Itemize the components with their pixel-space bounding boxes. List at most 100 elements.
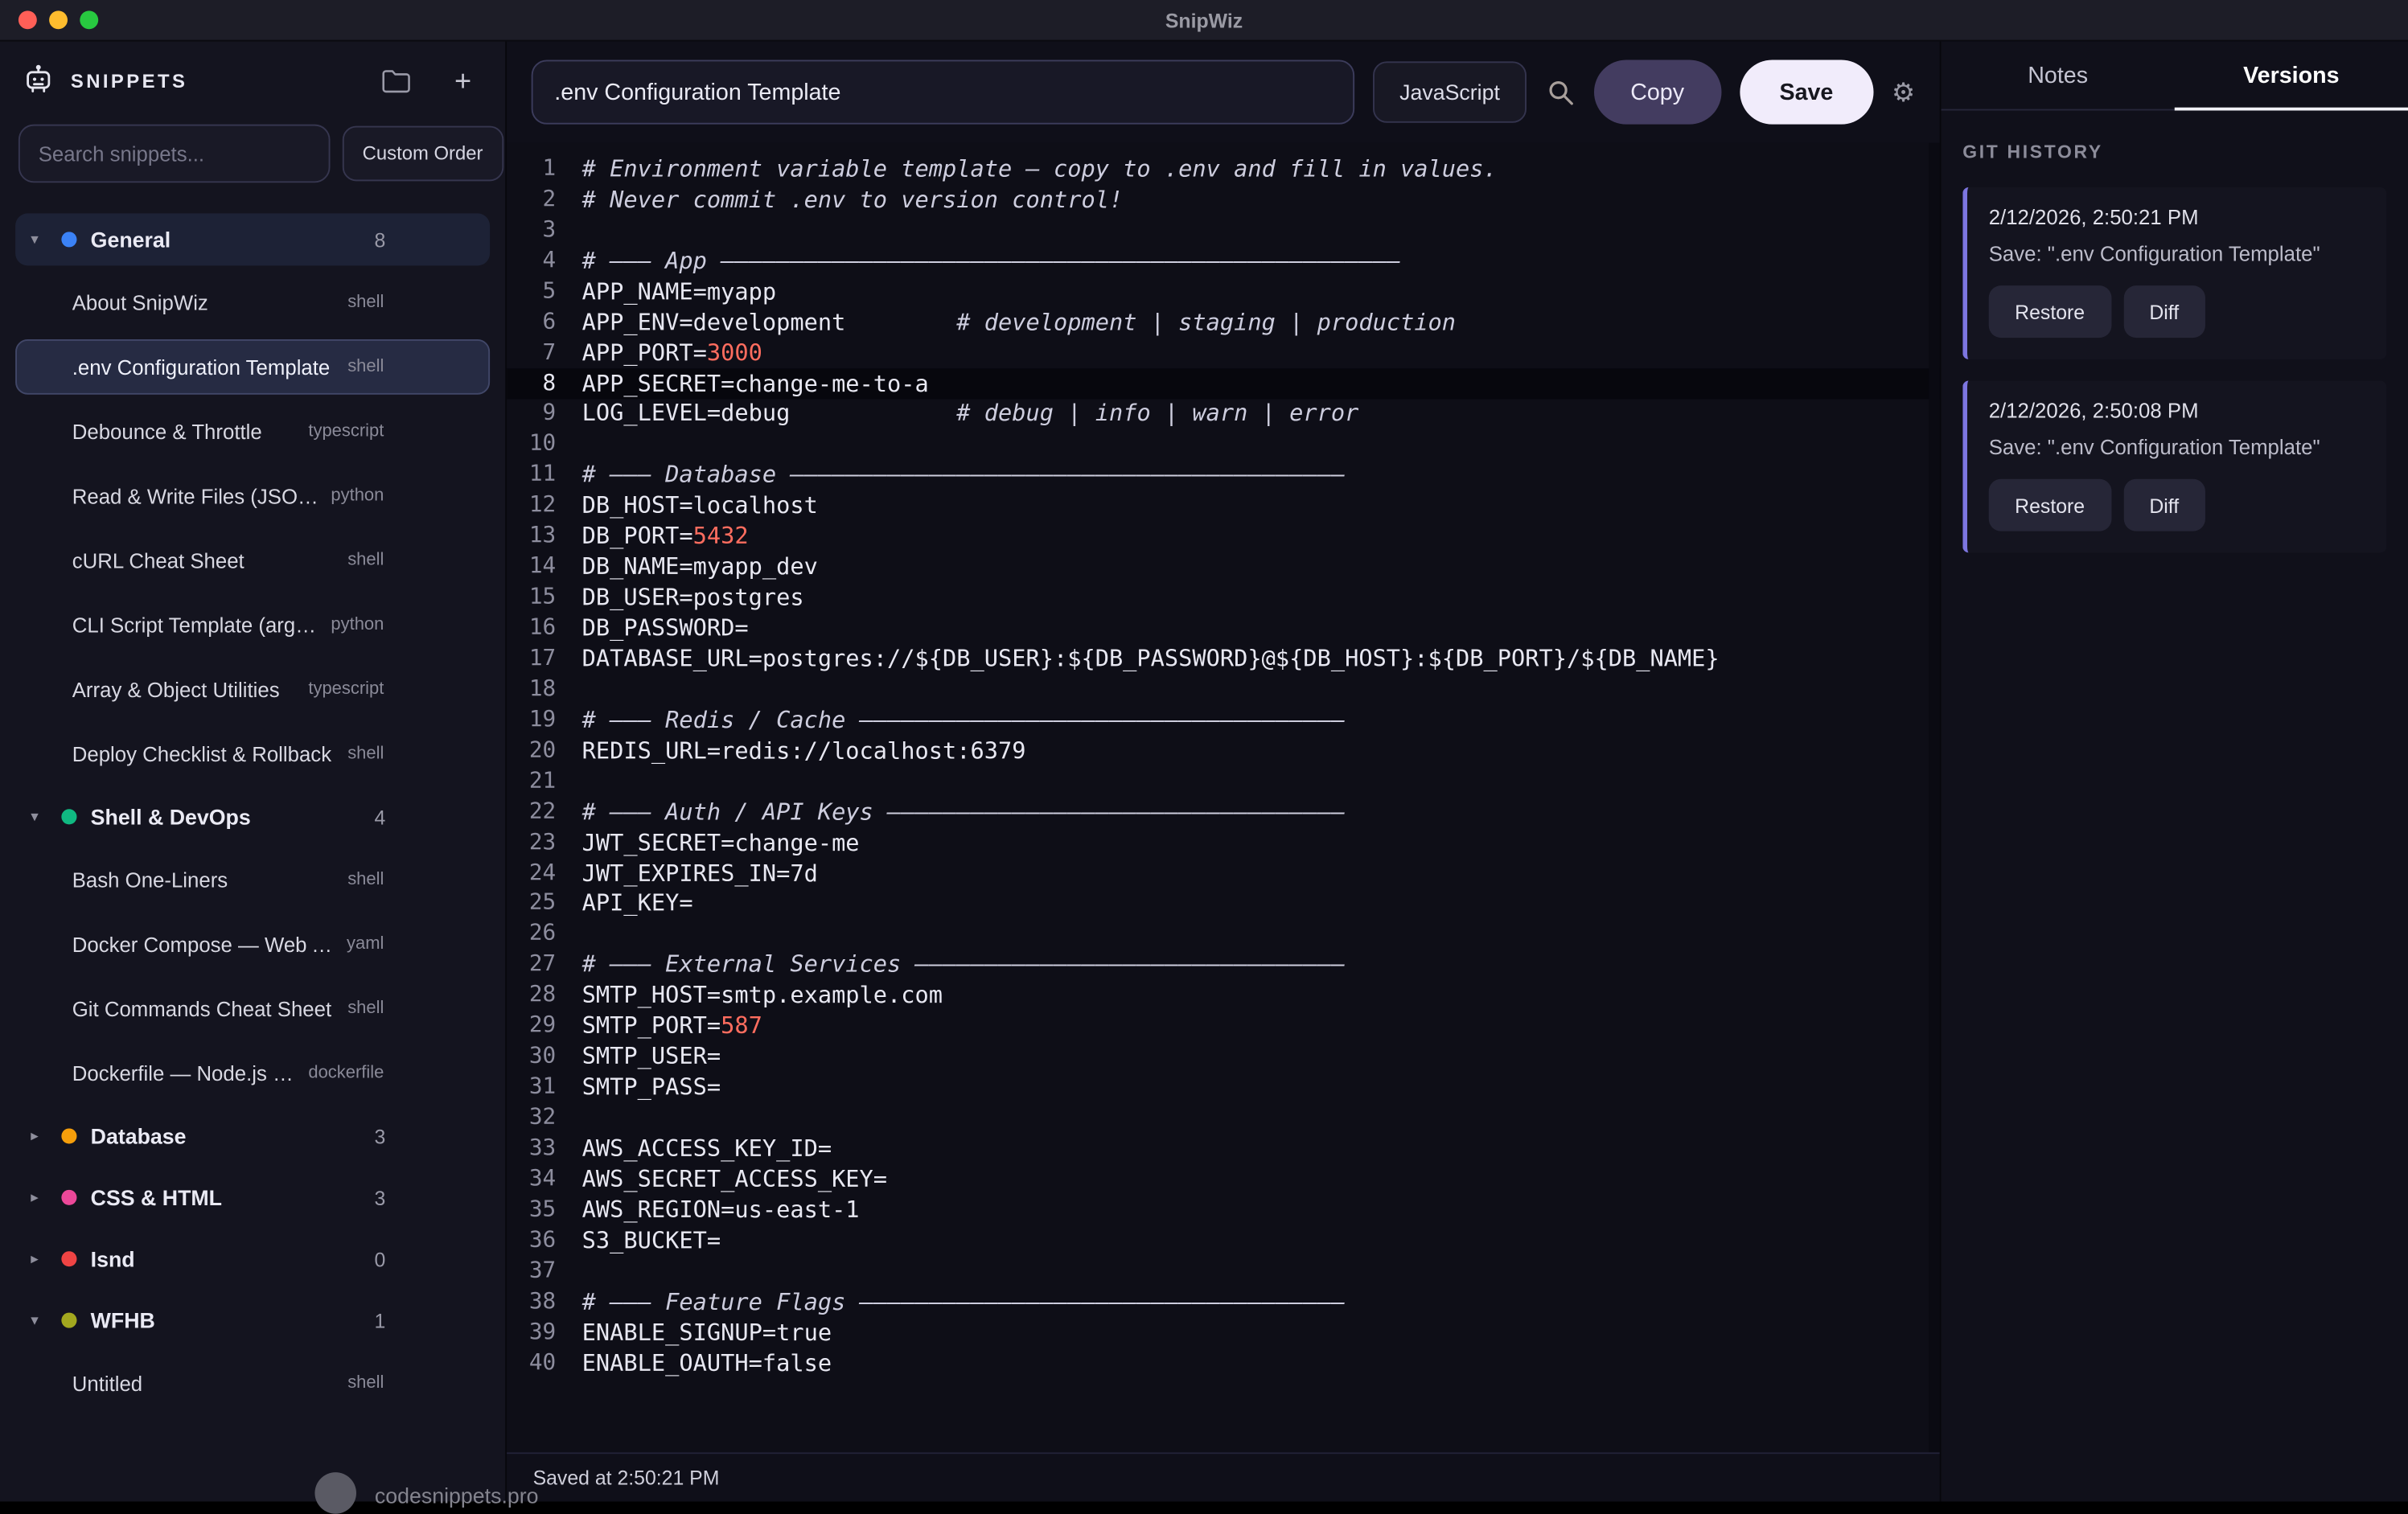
minimize-button[interactable] <box>49 10 68 29</box>
code-line-19[interactable]: 19# ——— Redis / Cache ——————————————————… <box>507 704 1940 735</box>
code-line-35[interactable]: 35AWS_REGION=us-east-1 <box>507 1194 1940 1225</box>
group-header-database[interactable]: ▸Database3 <box>15 1110 490 1163</box>
restore-button[interactable]: Restore <box>1989 285 2111 338</box>
add-snippet-button[interactable]: + <box>446 65 481 97</box>
custom-order-button[interactable]: Custom Order <box>343 126 503 182</box>
group-header-isnd[interactable]: ▸Isnd0 <box>15 1233 490 1285</box>
code-line-34[interactable]: 34AWS_SECRET_ACCESS_KEY= <box>507 1163 1940 1194</box>
code-line-23[interactable]: 23JWT_SECRET=change-me <box>507 827 1940 857</box>
right-panel: NotesVersions GIT HISTORY 2/12/2026, 2:5… <box>1942 42 2408 1502</box>
avatar <box>314 1472 356 1514</box>
line-number: 21 <box>507 769 556 794</box>
code-line-12[interactable]: 12DB_HOST=localhost <box>507 490 1940 521</box>
save-button[interactable]: Save <box>1740 59 1873 124</box>
snippet-item-dockerfile-node-js-p[interactable]: Dockerfile — Node.js P...dockerfile <box>15 1045 490 1101</box>
search-icon[interactable] <box>1544 76 1575 107</box>
snippet-item-deploy-checklist-rollback[interactable]: Deploy Checklist & Rollbackshell <box>15 726 490 782</box>
code-line-10[interactable]: 10 <box>507 429 1940 460</box>
restore-button[interactable]: Restore <box>1989 479 2111 531</box>
folder-icon[interactable] <box>380 68 411 95</box>
line-content: AWS_ACCESS_KEY_ID= <box>582 1134 832 1162</box>
code-line-40[interactable]: 40ENABLE_OAUTH=false <box>507 1348 1940 1378</box>
code-line-31[interactable]: 31SMTP_PASS= <box>507 1072 1940 1102</box>
snippet-item-git-commands-cheat-sheet[interactable]: Git Commands Cheat Sheetshell <box>15 981 490 1036</box>
code-line-27[interactable]: 27# ——— External Services ——————————————… <box>507 950 1940 980</box>
code-line-25[interactable]: 25API_KEY= <box>507 888 1940 919</box>
snippet-item-curl-cheat-sheet[interactable]: cURL Cheat Sheetshell <box>15 533 490 589</box>
chevron-right-icon[interactable]: ▸ <box>31 1189 47 1206</box>
code-line-28[interactable]: 28SMTP_HOST=smtp.example.com <box>507 980 1940 1011</box>
code-line-37[interactable]: 37 <box>507 1255 1940 1286</box>
snippet-item-array-object-utilities[interactable]: Array & Object Utilitiestypescript <box>15 662 490 717</box>
close-button[interactable] <box>18 10 37 29</box>
group-header-css-html[interactable]: ▸CSS & HTML3 <box>15 1171 490 1224</box>
code-line-36[interactable]: 36S3_BUCKET= <box>507 1225 1940 1255</box>
code-line-22[interactable]: 22# ——— Auth / API Keys ————————————————… <box>507 796 1940 827</box>
group-header-shell-devops[interactable]: ▾Shell & DevOps4 <box>15 790 490 843</box>
code-line-2[interactable]: 2# Never commit .env to version control! <box>507 184 1940 215</box>
code-line-15[interactable]: 15DB_USER=postgres <box>507 582 1940 613</box>
snippet-language-tag: shell <box>347 745 384 763</box>
chevron-down-icon[interactable]: ▾ <box>31 808 47 825</box>
snippet-item-untitled[interactable]: Untitledshell <box>15 1356 490 1411</box>
code-line-14[interactable]: 14DB_NAME=myapp_dev <box>507 552 1940 582</box>
diff-button[interactable]: Diff <box>2123 285 2205 338</box>
code-line-24[interactable]: 24JWT_EXPIRES_IN=7d <box>507 858 1940 888</box>
code-line-13[interactable]: 13DB_PORT=5432 <box>507 521 1940 552</box>
snippet-item-env-configuration-template[interactable]: .env Configuration Templateshell <box>15 339 490 395</box>
snippet-item-bash-one-liners[interactable]: Bash One-Linersshell <box>15 852 490 908</box>
chevron-down-icon[interactable]: ▾ <box>31 231 47 248</box>
tab-versions[interactable]: Versions <box>2175 42 2408 109</box>
code-editor[interactable]: 1# Environment variable template — copy … <box>507 143 1940 1453</box>
snippet-item-about-snipwiz[interactable]: About SnipWizshell <box>15 275 490 330</box>
code-line-1[interactable]: 1# Environment variable template — copy … <box>507 154 1940 184</box>
search-input[interactable] <box>18 125 331 183</box>
code-line-33[interactable]: 33AWS_ACCESS_KEY_ID= <box>507 1133 1940 1163</box>
code-line-18[interactable]: 18 <box>507 674 1940 704</box>
line-number: 10 <box>507 432 556 457</box>
code-line-39[interactable]: 39ENABLE_SIGNUP=true <box>507 1317 1940 1348</box>
code-line-8[interactable]: 8APP_SECRET=change-me-to-a <box>507 367 1940 398</box>
diff-button[interactable]: Diff <box>2123 479 2205 531</box>
code-line-11[interactable]: 11# ——— Database ———————————————————————… <box>507 460 1940 490</box>
code-line-16[interactable]: 16DB_PASSWORD= <box>507 613 1940 643</box>
snippet-item-debounce-throttle[interactable]: Debounce & Throttletypescript <box>15 404 490 459</box>
code-line-26[interactable]: 26 <box>507 919 1940 950</box>
snippet-title: CLI Script Template (argp... <box>72 613 318 637</box>
code-line-21[interactable]: 21 <box>507 765 1940 796</box>
code-line-17[interactable]: 17DATABASE_URL=postgres://${DB_USER}:${D… <box>507 643 1940 674</box>
zoom-button[interactable] <box>80 10 98 29</box>
line-number: 3 <box>507 218 556 243</box>
tab-notes[interactable]: Notes <box>1942 42 2175 109</box>
code-line-5[interactable]: 5APP_NAME=myapp <box>507 276 1940 306</box>
code-line-29[interactable]: 29SMTP_PORT=587 <box>507 1011 1940 1041</box>
line-content: SMTP_PORT=587 <box>582 1012 762 1040</box>
line-number: 23 <box>507 830 556 855</box>
code-line-38[interactable]: 38# ——— Feature Flags ——————————————————… <box>507 1286 1940 1317</box>
chevron-down-icon[interactable]: ▾ <box>31 1312 47 1329</box>
code-line-9[interactable]: 9LOG_LEVEL=debug # debug | info | warn |… <box>507 398 1940 429</box>
snippet-item-docker-compose-web-ap[interactable]: Docker Compose — Web Ap...yaml <box>15 917 490 972</box>
copy-button[interactable]: Copy <box>1593 59 1721 124</box>
language-selector[interactable]: JavaScript <box>1374 61 1527 122</box>
code-line-6[interactable]: 6APP_ENV=development # development | sta… <box>507 306 1940 337</box>
line-number: 39 <box>507 1319 556 1344</box>
code-line-4[interactable]: 4# ——— App —————————————————————————————… <box>507 245 1940 276</box>
code-line-32[interactable]: 32 <box>507 1102 1940 1133</box>
code-line-20[interactable]: 20REDIS_URL=redis://localhost:6379 <box>507 735 1940 765</box>
group-header-general[interactable]: ▾General8 <box>15 213 490 265</box>
code-line-30[interactable]: 30SMTP_USER= <box>507 1041 1940 1072</box>
snippet-item-cli-script-template-argp[interactable]: CLI Script Template (argp...python <box>15 597 490 653</box>
group-header-wfhb[interactable]: ▾WFHB1 <box>15 1294 490 1347</box>
code-line-3[interactable]: 3 <box>507 215 1940 245</box>
snippet-title-input[interactable] <box>532 59 1355 124</box>
editor-scrollbar[interactable] <box>1929 143 1939 1453</box>
snipwiz-window: SnipWiz SNIPPETS <box>0 0 2408 1501</box>
code-line-7[interactable]: 7APP_PORT=3000 <box>507 337 1940 367</box>
snippet-item-read-write-files-json[interactable]: Read & Write Files (JSON,...python <box>15 468 490 523</box>
chevron-right-icon[interactable]: ▸ <box>31 1250 47 1267</box>
sidebar: SNIPPETS + Custom Order ▾General8About S… <box>0 42 507 1502</box>
chevron-right-icon[interactable]: ▸ <box>31 1127 47 1144</box>
line-number: 25 <box>507 891 556 916</box>
settings-gear-icon[interactable]: ⚙ <box>1892 79 1915 105</box>
